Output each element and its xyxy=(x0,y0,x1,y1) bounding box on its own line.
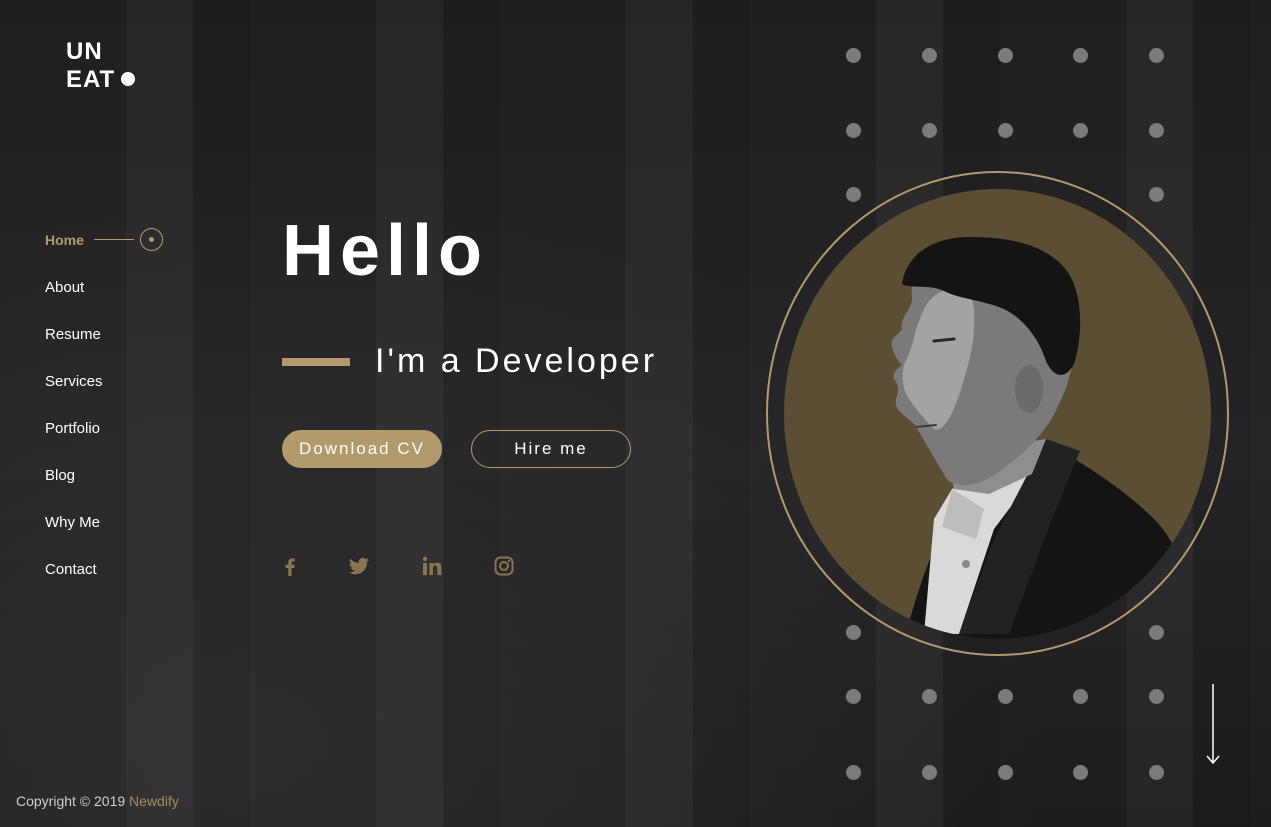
linkedin-icon[interactable] xyxy=(420,554,444,578)
logo-dot-icon xyxy=(121,71,136,86)
nav-item-home[interactable]: Home xyxy=(45,228,163,279)
scroll-down-arrow-icon[interactable] xyxy=(1205,684,1221,766)
dot xyxy=(1149,765,1164,780)
profile-photo xyxy=(784,189,1211,639)
hero-greeting: Hello xyxy=(282,211,489,291)
dot xyxy=(1073,765,1088,780)
nav-item-blog[interactable]: Blog xyxy=(45,467,103,514)
person-silhouette-icon xyxy=(891,237,1204,639)
dot xyxy=(998,689,1013,704)
nav-item-label: Why Me xyxy=(45,514,101,531)
dot xyxy=(846,123,861,138)
dot xyxy=(1149,48,1164,63)
dot xyxy=(846,625,861,640)
side-navigation: Home About Resume Services Portfolio Blo… xyxy=(45,228,163,608)
dot xyxy=(1149,187,1164,202)
dot xyxy=(1149,625,1164,640)
logo-line-2: EAT xyxy=(66,66,136,94)
dot xyxy=(846,765,861,780)
dot xyxy=(922,48,937,63)
hire-me-button[interactable]: Hire me xyxy=(471,430,631,468)
dot xyxy=(846,187,861,202)
copyright-label: Copyright © 2019 xyxy=(16,793,126,809)
nav-item-services[interactable]: Services xyxy=(45,373,103,420)
facebook-icon[interactable] xyxy=(278,554,302,578)
nav-item-label: Services xyxy=(45,373,103,390)
brand-link[interactable]: Newdify xyxy=(129,793,179,809)
nav-item-label: Contact xyxy=(45,561,97,578)
nav-item-contact[interactable]: Contact xyxy=(45,561,103,608)
nav-item-label: Home xyxy=(45,232,84,248)
site-logo[interactable]: UN EAT xyxy=(66,38,136,94)
role-accent-bar xyxy=(282,358,350,366)
nav-item-why-me[interactable]: Why Me xyxy=(45,514,103,561)
nav-item-about[interactable]: About xyxy=(45,279,103,326)
logo-line-2-text: EAT xyxy=(66,66,116,93)
dot xyxy=(846,48,861,63)
dot xyxy=(1073,48,1088,63)
nav-item-resume[interactable]: Resume xyxy=(45,326,103,373)
nav-item-portfolio[interactable]: Portfolio xyxy=(45,420,103,467)
nav-item-label: Portfolio xyxy=(45,420,101,437)
download-cv-button[interactable]: Download CV xyxy=(282,430,442,468)
dot xyxy=(1149,689,1164,704)
dot xyxy=(998,123,1013,138)
logo-line-1: UN xyxy=(66,38,103,65)
copyright-text: Copyright © 2019 Newdify xyxy=(16,793,179,809)
dot xyxy=(1073,123,1088,138)
nav-item-label: Resume xyxy=(45,326,101,343)
dot xyxy=(1073,689,1088,704)
dot xyxy=(846,689,861,704)
nav-item-label: Blog xyxy=(45,467,76,484)
dot xyxy=(922,123,937,138)
dot xyxy=(1149,123,1164,138)
instagram-icon[interactable] xyxy=(492,554,516,578)
twitter-icon[interactable] xyxy=(347,554,371,578)
nav-item-label: About xyxy=(45,279,85,296)
hero-role: I'm a Developer xyxy=(375,342,658,380)
dot xyxy=(998,48,1013,63)
dot xyxy=(998,765,1013,780)
active-indicator-icon xyxy=(94,228,164,254)
dot xyxy=(922,765,937,780)
dot xyxy=(922,689,937,704)
